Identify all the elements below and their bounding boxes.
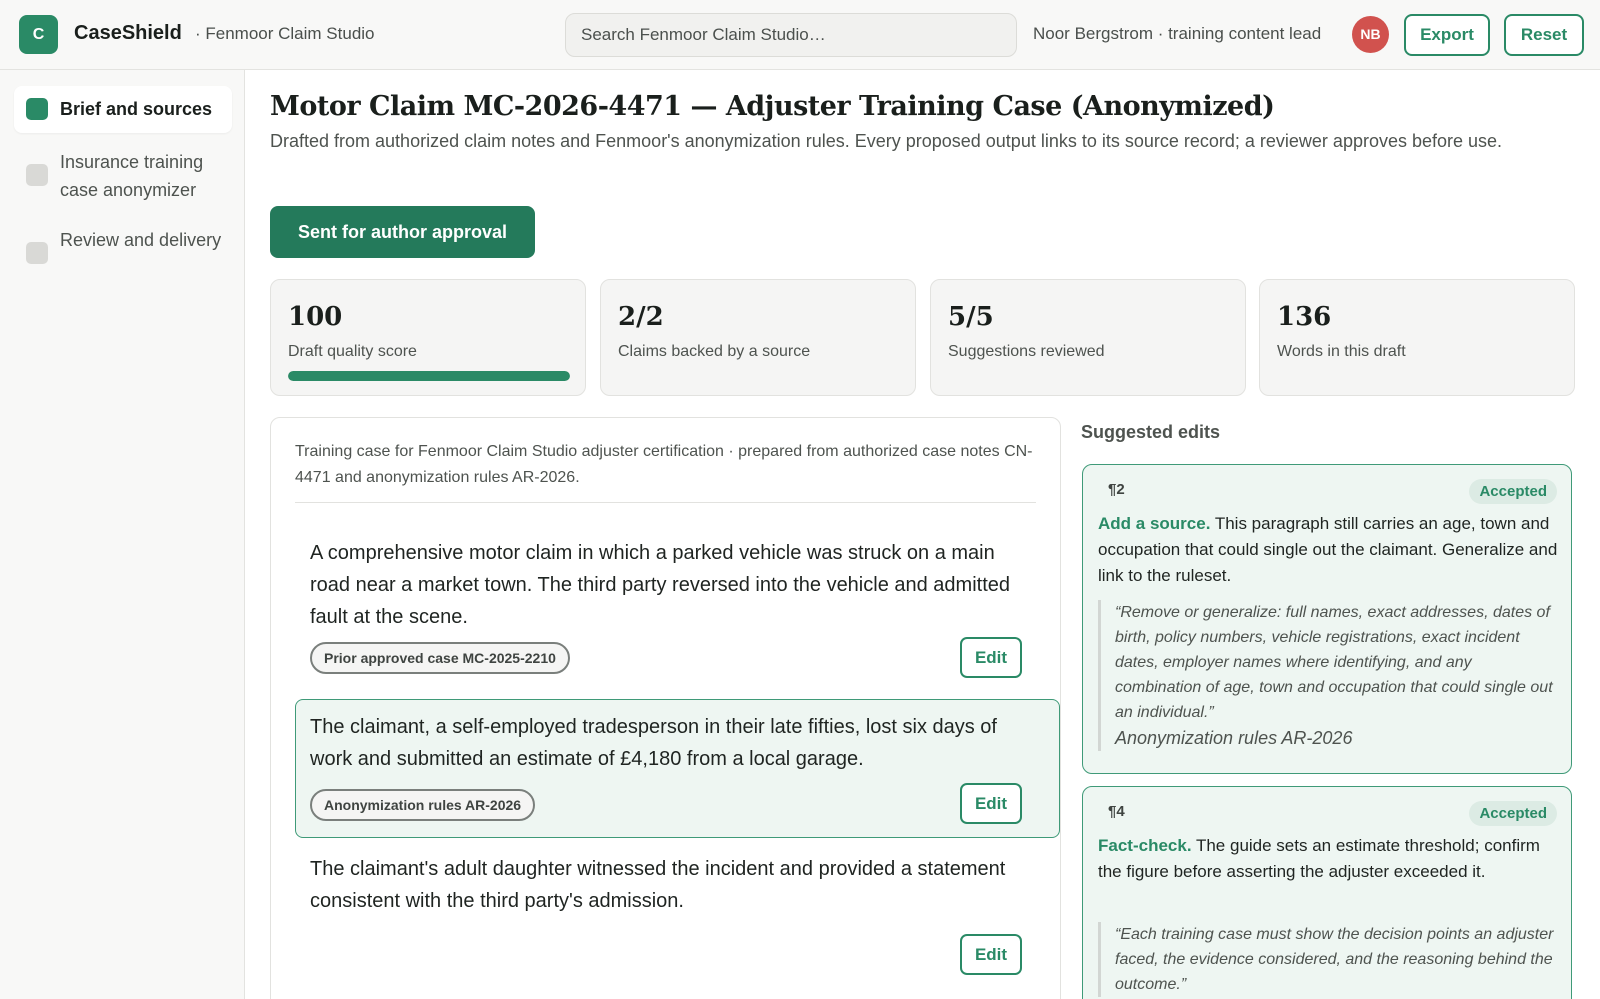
draft-paragraph[interactable]: The claimant's adult daughter witnessed … xyxy=(295,843,1060,993)
stat-value: 5/5 xyxy=(948,302,994,332)
stat-value: 100 xyxy=(288,302,343,332)
paragraph-ref: ¶4 xyxy=(1108,803,1125,820)
sidebar-item-label: Brief and sources xyxy=(60,99,213,119)
quality-progress-fill xyxy=(288,371,570,381)
stat-card-suggestions: 5/5 Suggestions reviewed xyxy=(930,279,1246,396)
sidebar-item-brief-and-sources[interactable]: Brief and sources xyxy=(14,86,232,133)
quote-text: “Each training case must show the decisi… xyxy=(1115,926,1554,993)
quality-progress-bar xyxy=(288,371,570,381)
sidebar-item-review-and-delivery[interactable]: Review and delivery xyxy=(14,222,232,286)
stat-card-claims: 2/2 Claims backed by a source xyxy=(600,279,916,396)
export-button[interactable]: Export xyxy=(1404,14,1490,56)
suggestion-kind: Add a source. xyxy=(1098,514,1211,533)
draft-paragraph[interactable]: A comprehensive motor claim in which a p… xyxy=(295,527,1060,697)
stat-card-words: 136 Words in this draft xyxy=(1259,279,1575,396)
source-quote: “Each training case must show the decisi… xyxy=(1098,922,1558,997)
stat-card-quality: 100 Draft quality score xyxy=(270,279,586,396)
page-title: Motor Claim MC-2026-4471 — Adjuster Trai… xyxy=(270,91,1275,122)
divider xyxy=(295,502,1036,503)
sidebar-item-label: Insurance training case anonymizer xyxy=(60,152,204,200)
reset-button[interactable]: Reset xyxy=(1504,14,1584,56)
search-input[interactable] xyxy=(565,13,1017,57)
paragraph-text: A comprehensive motor claim in which a p… xyxy=(310,542,1011,628)
edit-button[interactable]: Edit xyxy=(960,783,1022,824)
page-description: Drafted from authorized claim notes and … xyxy=(270,131,1503,151)
quote-text: “Remove or generalize: full names, exact… xyxy=(1115,604,1553,721)
paragraph-text: The claimant's adult daughter witnessed … xyxy=(310,858,1006,912)
quote-source: Anonymization rules AR-2026 xyxy=(1115,728,1353,748)
stat-value: 2/2 xyxy=(618,302,664,332)
stat-label: Words in this draft xyxy=(1277,343,1406,360)
paragraph-text: The claimant, a self-employed tradespers… xyxy=(310,716,997,770)
sent-for-approval-button[interactable]: Sent for author approval xyxy=(270,206,535,258)
edit-button[interactable]: Edit xyxy=(960,637,1022,678)
suggestion-card[interactable]: ¶2 Accepted Add a source. This paragraph… xyxy=(1082,464,1572,774)
user-name: Noor Bergstrom · training content lead xyxy=(1033,24,1322,43)
step-check-icon xyxy=(26,164,48,186)
app-name: CaseShield xyxy=(74,22,182,44)
avatar[interactable]: NB xyxy=(1352,16,1389,53)
sidebar-item-label: Review and delivery xyxy=(60,230,222,250)
draft-paragraph-highlighted[interactable]: The claimant, a self-employed tradespers… xyxy=(295,699,1060,838)
source-pill[interactable]: Anonymization rules AR-2026 xyxy=(310,789,536,821)
step-check-icon xyxy=(26,242,48,264)
suggestion-kind: Fact-check. xyxy=(1098,836,1192,855)
stat-label: Draft quality score xyxy=(288,343,417,360)
workspace-name: · Fenmoor Claim Studio xyxy=(195,24,375,43)
source-pill[interactable]: Prior approved case MC-2025-2210 xyxy=(310,642,570,674)
stat-value: 136 xyxy=(1277,302,1332,332)
step-check-icon xyxy=(26,98,48,120)
sidebar-item-case-anonymizer[interactable]: Insurance training case anonymizer xyxy=(14,144,232,208)
draft-panel: Training case for Fenmoor Claim Studio a… xyxy=(270,417,1061,999)
draft-intro: Training case for Fenmoor Claim Studio a… xyxy=(295,443,1033,486)
status-badge: Accepted xyxy=(1469,479,1557,504)
app-logo: C xyxy=(19,15,58,54)
status-badge: Accepted xyxy=(1469,801,1557,826)
suggestion-card[interactable]: ¶4 Accepted Fact-check. The guide sets a… xyxy=(1082,786,1572,999)
paragraph-ref: ¶2 xyxy=(1108,481,1125,498)
stat-label: Claims backed by a source xyxy=(618,343,811,360)
source-quote: “Remove or generalize: full names, exact… xyxy=(1098,600,1558,751)
edit-button[interactable]: Edit xyxy=(960,934,1022,975)
suggestion-text: Fact-check. The guide sets an estimate t… xyxy=(1098,833,1558,885)
stat-label: Suggestions reviewed xyxy=(948,343,1105,360)
top-bar: C CaseShield · Fenmoor Claim Studio Noor… xyxy=(0,0,1600,70)
suggestion-text: Add a source. This paragraph still carri… xyxy=(1098,511,1558,589)
sidebar: Brief and sources Insurance training cas… xyxy=(0,70,245,999)
suggested-edits-heading: Suggested edits xyxy=(1081,422,1221,442)
